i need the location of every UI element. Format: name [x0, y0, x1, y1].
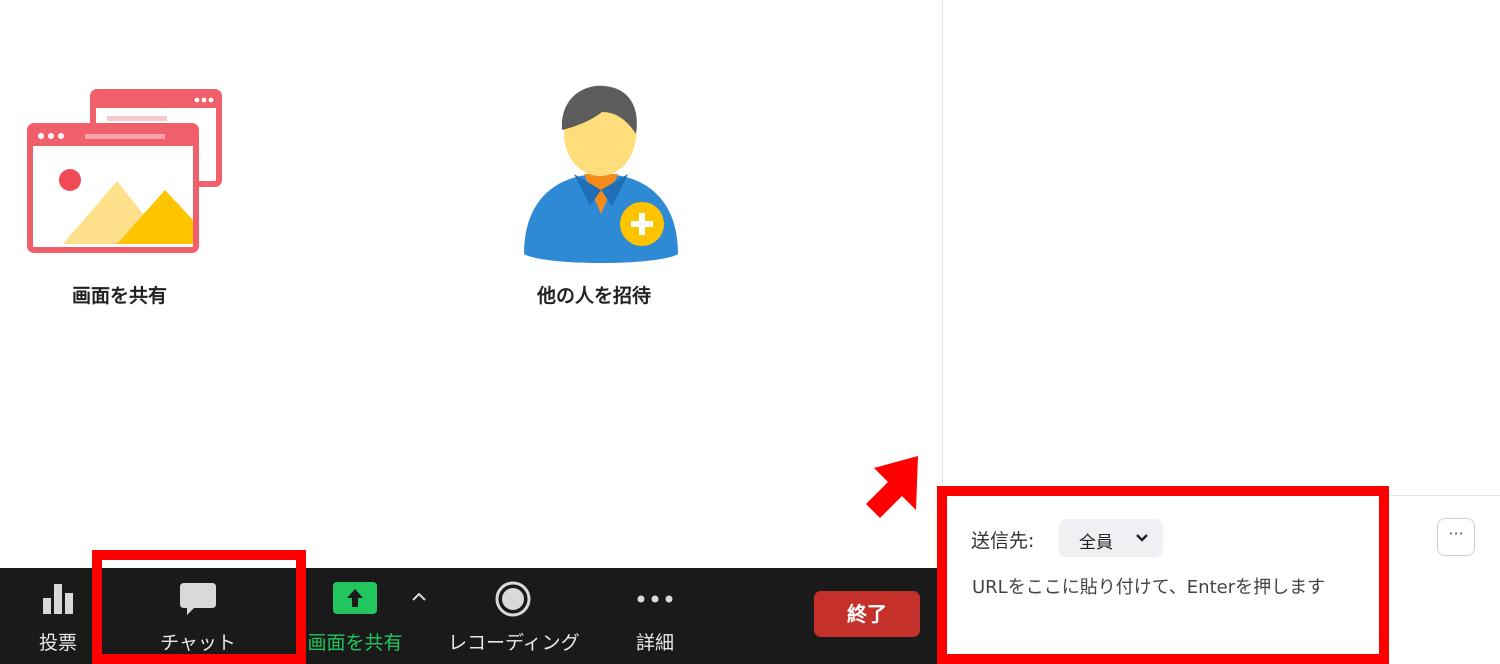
share-options-button[interactable] — [404, 568, 434, 664]
invite-tile[interactable] — [518, 82, 684, 272]
invite-label: 他の人を招待 — [537, 285, 652, 307]
recording-label: レコーディング — [448, 632, 580, 654]
more-label: 詳細 — [635, 632, 674, 654]
recording-button[interactable]: レコーディング — [448, 568, 580, 664]
meeting-main-area: 画面を共有 他の人を招待 — [0, 0, 942, 568]
end-meeting-button[interactable]: 終了 — [814, 591, 920, 637]
share-screen-toolbar-label: 画面を共有 — [307, 632, 403, 654]
chevron-up-icon — [412, 592, 426, 601]
share-screen-tile[interactable] — [25, 88, 230, 262]
poll-icon — [43, 584, 73, 614]
poll-label: 投票 — [38, 632, 77, 654]
share-screen-arrow-icon — [333, 582, 377, 614]
compose-highlight-box — [937, 486, 1389, 664]
chat-highlight-box — [92, 550, 306, 664]
record-icon — [495, 581, 531, 617]
share-screen-button[interactable]: 画面を共有 — [300, 568, 410, 664]
chat-more-button[interactable]: ··· — [1437, 518, 1475, 556]
panel-divider — [942, 0, 943, 495]
share-screen-label: 画面を共有 — [72, 285, 168, 307]
invite-person-icon — [524, 85, 678, 263]
more-button[interactable]: 詳細 — [615, 568, 695, 664]
red-arrow-icon — [866, 456, 918, 518]
more-dots-icon — [637, 595, 673, 603]
poll-button[interactable]: 投票 — [18, 568, 98, 664]
share-screen-illustration-icon — [27, 89, 222, 253]
